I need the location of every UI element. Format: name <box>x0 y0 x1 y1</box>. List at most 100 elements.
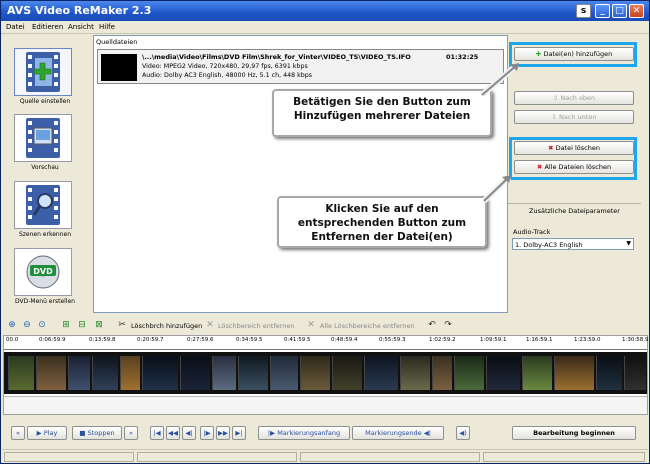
add-cut-button[interactable]: Löschbrch hinzufügen <box>131 322 202 330</box>
video-frame <box>522 356 552 390</box>
menu-ansicht[interactable]: Ansicht <box>68 23 94 31</box>
video-frame <box>92 356 118 390</box>
redo-icon[interactable]: ↷ <box>443 320 453 330</box>
video-frame <box>624 356 646 390</box>
source-files-panel: Quelldateien \...\media\Video\Films\DVD … <box>93 35 508 313</box>
prev-frame-button[interactable]: ◀| <box>182 426 196 440</box>
skin-button[interactable]: s <box>576 4 591 18</box>
scenes-nav-button[interactable] <box>14 181 72 229</box>
preview-nav-label: Vorschau <box>31 164 59 171</box>
ruler-label: 0:41:59.5 <box>284 337 311 343</box>
undo-icon[interactable]: ↶ <box>427 320 437 330</box>
dvd-disc-icon: DVD <box>26 255 60 289</box>
stop-button[interactable]: ■ Stoppen <box>72 426 122 440</box>
close-button[interactable]: ✕ <box>629 4 644 18</box>
ruler-label: 0:20:59.7 <box>137 337 164 343</box>
go-end-button[interactable]: ▶| <box>232 426 246 440</box>
ruler-label: 1:02:59.2 <box>429 337 456 343</box>
video-frame <box>212 356 236 390</box>
remove-cut-icon: ✕ <box>206 320 214 330</box>
skip-end-icon: ▶| <box>235 429 243 437</box>
add-source-film-icon <box>26 52 60 92</box>
ruler-label: 0:34:59.5 <box>236 337 263 343</box>
split-icon[interactable]: ⊟ <box>77 320 87 330</box>
timeline-toolbar: ⊕ ⊖ ⊙ ⊞ ⊟ ⊠ ✂ Löschbrch hinzufügen ✕ Lös… <box>2 317 648 333</box>
prev-mark-button[interactable]: ◀◀ <box>166 426 180 440</box>
file-video-info: Video: MPEG2 Video, 720x480, 29,97 fps, … <box>142 63 308 70</box>
scene-detect-film-icon <box>26 185 60 225</box>
zoom-out-icon[interactable]: ⊖ <box>22 320 32 330</box>
source-files-header: Quelldateien <box>96 38 138 46</box>
dvd-menu-nav-button[interactable]: DVD <box>14 248 72 296</box>
menu-datei[interactable]: Datei <box>6 23 25 31</box>
play-button[interactable]: ▶ Play <box>27 426 67 440</box>
fit-icon[interactable]: ⊞ <box>61 320 71 330</box>
prev-mark-icon: ◀◀ <box>168 429 178 437</box>
speaker-icon: ◀) <box>459 429 467 437</box>
zoom-fit-icon[interactable]: ⊙ <box>37 320 47 330</box>
preview-film-icon <box>26 118 60 158</box>
timeline[interactable]: 00.0 0:06:59.9 0:13:59.8 0:20:59.7 0:27:… <box>3 335 648 415</box>
remove-cut-button[interactable]: Löschbereich entfernen <box>218 322 295 330</box>
preview-nav-button[interactable] <box>14 114 72 162</box>
title-bar: AVS Video ReMaker 2.3 s _ □ ✕ <box>1 1 649 21</box>
rewind-button[interactable]: « <box>11 426 25 440</box>
file-thumbnail <box>101 54 137 81</box>
remove-all-cuts-icon: ✕ <box>307 320 315 330</box>
remove-all-cuts-button[interactable]: Alle Löschbereiche entfernen <box>320 322 415 330</box>
video-filmstrip[interactable] <box>4 352 647 394</box>
source-nav-button[interactable] <box>14 48 72 96</box>
mark-end-button[interactable]: Markierungsende ◀| <box>352 426 444 440</box>
mark-start-button[interactable]: |▶ Markierungsanfang <box>258 426 350 440</box>
file-list-item[interactable]: \...\media\Video\Films\DVD Film\Shrek_fo… <box>97 49 504 84</box>
video-frame <box>270 356 298 390</box>
ruler-label: 0:13:59.8 <box>89 337 116 343</box>
video-frame <box>238 356 268 390</box>
arrow-down-icon: ⇩ <box>551 113 559 121</box>
menu-hilfe[interactable]: Hilfe <box>99 23 115 31</box>
divider <box>508 203 641 204</box>
maximize-button[interactable]: □ <box>612 4 627 18</box>
status-pane <box>137 452 297 462</box>
next-mark-button[interactable]: ▶▶ <box>216 426 230 440</box>
window-title: AVS Video ReMaker 2.3 <box>7 4 152 17</box>
prev-frame-icon: ◀| <box>185 429 193 437</box>
svg-text:DVD: DVD <box>33 267 53 276</box>
left-nav-panel: Quelle einstellen Vorschau Szenen erkenn… <box>2 35 88 313</box>
file-audio-info: Audio: Dolby AC3 English, 48000 Hz, 5.1 … <box>142 72 313 79</box>
ruler-label: 1:09:59.1 <box>480 337 507 343</box>
ruler-label: 1:30:58.9 <box>622 337 649 343</box>
video-frame <box>364 356 398 390</box>
zoom-in-icon[interactable]: ⊕ <box>7 320 17 330</box>
go-start-button[interactable]: |◀ <box>150 426 164 440</box>
scenes-nav-label: Szenen erkennen <box>18 231 72 238</box>
menu-editieren[interactable]: Editieren <box>32 23 63 31</box>
volume-button[interactable]: ◀) <box>456 426 470 440</box>
callout-arrow-add <box>480 62 519 98</box>
callout-arrow-remove <box>481 174 512 204</box>
stop-icon: ■ <box>79 429 88 437</box>
source-nav-label: Quelle einstellen <box>19 98 71 105</box>
forward-button[interactable]: » <box>124 426 138 440</box>
file-path: \...\media\Video\Films\DVD Film\Shrek_fo… <box>142 53 411 61</box>
video-frame <box>400 356 430 390</box>
mark-start-icon: |▶ <box>267 429 278 437</box>
video-frame <box>454 356 484 390</box>
video-frame <box>486 356 520 390</box>
status-pane <box>483 452 645 462</box>
move-down-button[interactable]: ⇩ Nach unten <box>514 110 634 124</box>
video-frame <box>596 356 622 390</box>
ruler-label: 1:16:59.1 <box>526 337 553 343</box>
video-frame <box>36 356 66 390</box>
audio-track-lane[interactable] <box>4 396 647 414</box>
marker-icon[interactable]: ⊠ <box>94 320 104 330</box>
ruler-label: 0:06:59.9 <box>39 337 66 343</box>
add-files-highlight <box>509 42 637 67</box>
status-bar <box>2 449 648 463</box>
move-up-button[interactable]: ⇧ Nach oben <box>514 91 634 105</box>
next-frame-button[interactable]: |▶ <box>200 426 214 440</box>
start-edit-button[interactable]: Bearbeitung beginnen <box>512 426 636 440</box>
minimize-button[interactable]: _ <box>595 4 610 18</box>
audio-track-select[interactable]: 1. Dolby-AC3 English ▼ <box>512 238 634 250</box>
video-frame <box>180 356 210 390</box>
